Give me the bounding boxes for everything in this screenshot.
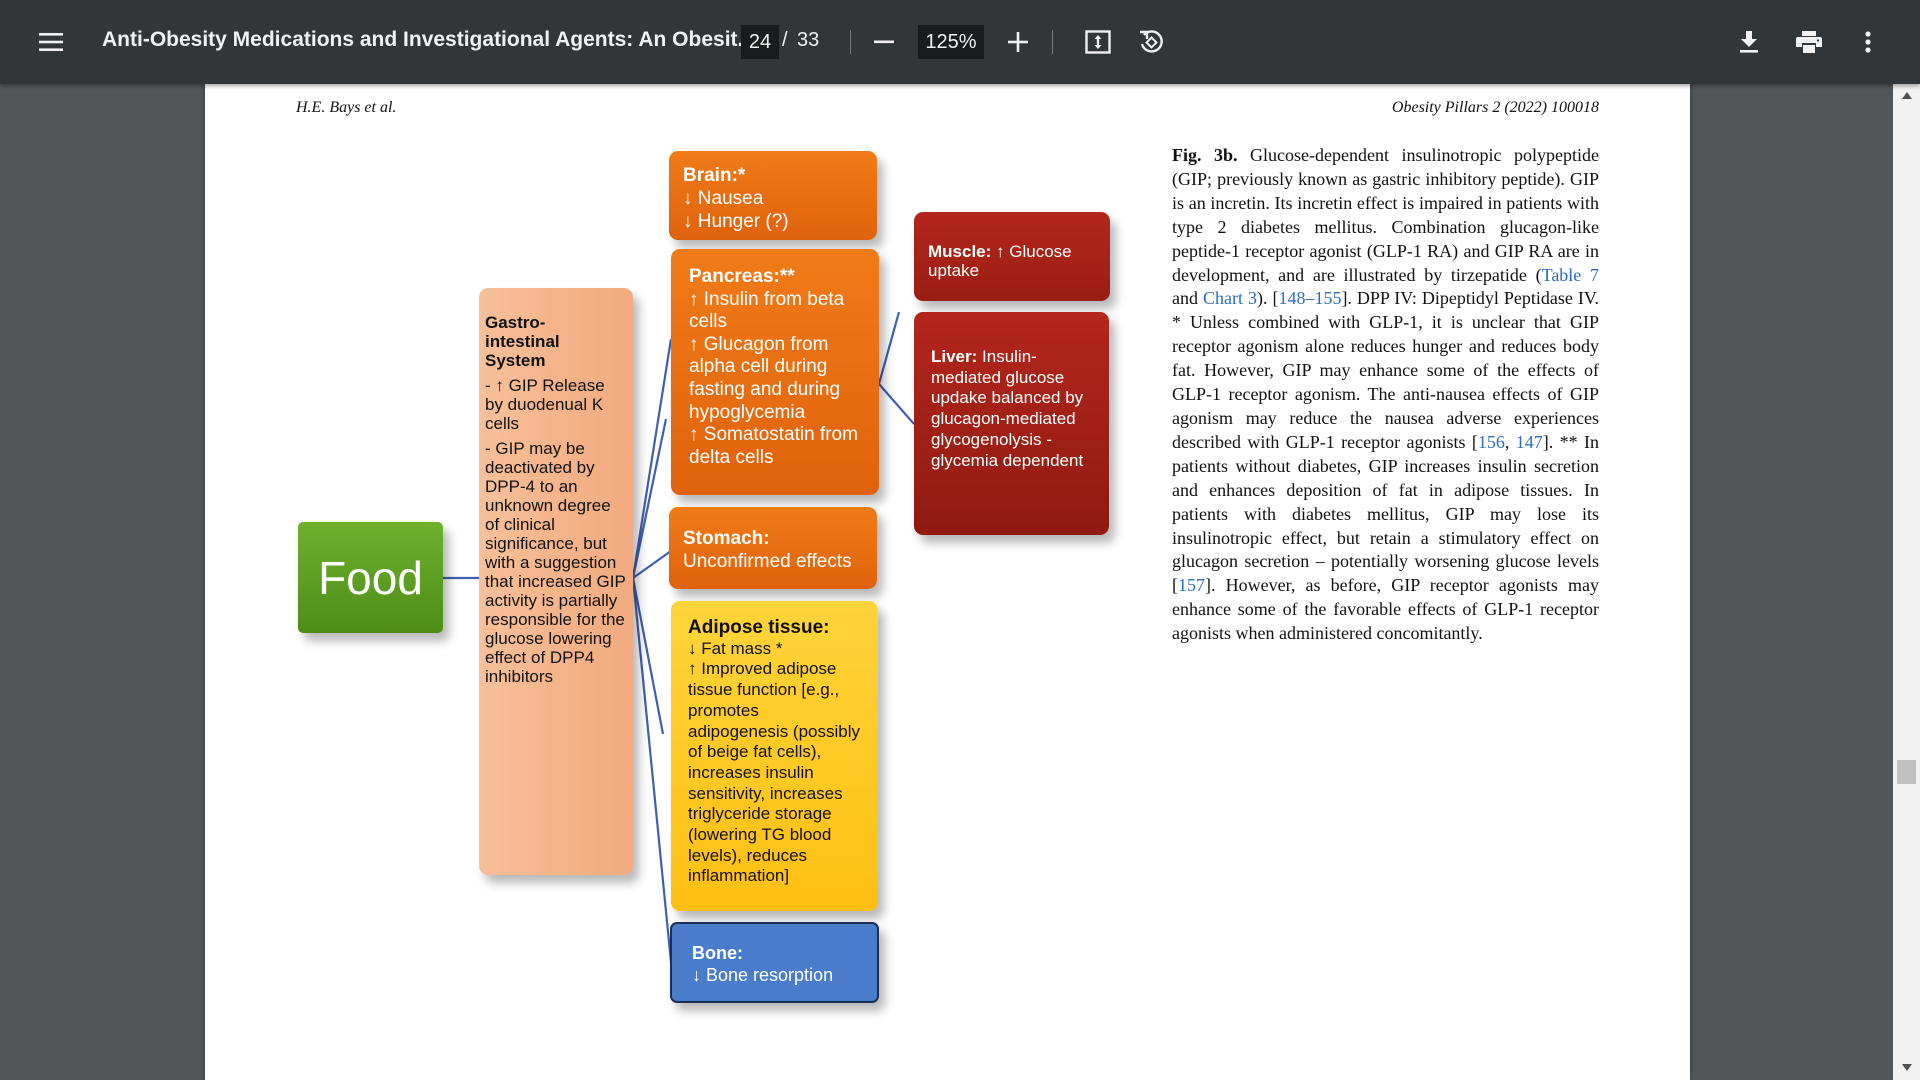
page-total: 33 bbox=[797, 29, 820, 51]
running-head-journal: Obesity Pillars 2 (2022) 100018 bbox=[1391, 99, 1599, 116]
minus-icon bbox=[874, 40, 894, 44]
gip-figure: Food Gastro- intestinal System - ↑ GIP R… bbox=[205, 84, 1110, 1080]
bone-title: Bone: bbox=[692, 943, 743, 963]
caption-text: ]. DPP IV: Dipeptidyl Peptidase IV. * Un… bbox=[1172, 288, 1599, 452]
download-icon bbox=[1740, 31, 1758, 53]
page-number-input[interactable] bbox=[741, 25, 779, 59]
rotate-button[interactable] bbox=[1129, 20, 1173, 64]
caption-text: ). [ bbox=[1256, 288, 1279, 309]
gi-title-line: System bbox=[485, 351, 546, 370]
food-label: Food bbox=[318, 551, 423, 604]
pancreas-title: Pancreas:** bbox=[689, 266, 795, 287]
document-title: Anti-Obesity Medications and Investigati… bbox=[102, 28, 756, 51]
toolbar-divider bbox=[850, 30, 851, 54]
caption-figure-label: Fig. 3b. bbox=[1172, 145, 1238, 165]
muscle-box: Muscle: ↑ Glucose uptake bbox=[914, 212, 1110, 301]
hamburger-menu-icon[interactable] bbox=[29, 20, 73, 64]
brain-title: Brain:* bbox=[683, 165, 746, 186]
gi-gip-release-text: - ↑ GIP Release by duodenual K cells bbox=[485, 376, 605, 433]
scroll-up-arrow-icon[interactable] bbox=[1893, 92, 1920, 106]
gi-title-line: Gastro- bbox=[485, 313, 546, 332]
pancreas-effect: ↑ Glucagon from alpha cell during fastin… bbox=[689, 333, 841, 423]
zoom-out-button[interactable] bbox=[862, 20, 906, 64]
stomach-title: Stomach: bbox=[683, 528, 770, 549]
print-icon bbox=[1796, 31, 1822, 53]
more-vertical-icon bbox=[1865, 31, 1871, 53]
liver-title: Liver: bbox=[931, 347, 978, 366]
adipose-effect: ↑ Improved adipose tissue function [e.g.… bbox=[688, 659, 860, 886]
scrollbar-thumb[interactable] bbox=[1897, 760, 1916, 784]
rotate-counterclockwise-icon bbox=[1140, 30, 1163, 53]
vertical-scrollbar[interactable] bbox=[1893, 84, 1920, 1080]
adipose-tissue-box: Adipose tissue: ↓ Fat mass * ↑ Improved … bbox=[671, 601, 878, 911]
adipose-title: Adipose tissue: bbox=[688, 617, 830, 638]
reference-link[interactable]: 157 bbox=[1178, 575, 1205, 595]
reference-link[interactable]: 148–155 bbox=[1278, 288, 1341, 308]
zoom-in-button[interactable] bbox=[996, 20, 1040, 64]
more-options-button[interactable] bbox=[1846, 20, 1890, 64]
gastrointestinal-system-box: Gastro- intestinal System - ↑ GIP Releas… bbox=[479, 288, 633, 875]
adipose-effect: ↓ Fat mass * bbox=[688, 638, 783, 658]
fit-to-page-icon bbox=[1085, 30, 1111, 54]
caption-text: ]. However, as before, GIP receptor agon… bbox=[1172, 575, 1599, 644]
pdf-toolbar: Anti-Obesity Medications and Investigati… bbox=[0, 0, 1920, 84]
bone-box: Bone: ↓ Bone resorption bbox=[670, 922, 879, 1003]
table-7-link[interactable]: Table 7 bbox=[1542, 265, 1599, 285]
gi-dpp4-text: - GIP may be deactivated by DPP-4 to an … bbox=[485, 439, 626, 686]
muscle-title: Muscle: bbox=[928, 242, 992, 261]
fit-to-page-button[interactable] bbox=[1076, 20, 1120, 64]
caption-text: Glucose-dependent insulinotropic polypep… bbox=[1172, 145, 1599, 285]
pdf-page: H.E. Bays et al. Obesity Pillars 2 (2022… bbox=[205, 84, 1690, 1080]
caption-text: and bbox=[1172, 288, 1203, 309]
zoom-level-input[interactable] bbox=[918, 25, 984, 59]
reference-link[interactable]: 156 bbox=[1478, 432, 1505, 452]
brain-effect: ↓ Nausea bbox=[683, 188, 764, 209]
caption-text: ]. ** In patients without diabetes, GIP … bbox=[1172, 431, 1599, 596]
chart-3-link[interactable]: Chart 3 bbox=[1203, 288, 1257, 308]
page-separator: / bbox=[782, 29, 788, 51]
print-button[interactable] bbox=[1787, 20, 1831, 64]
food-box: Food bbox=[298, 522, 443, 633]
bone-effect: ↓ Bone resorption bbox=[692, 965, 834, 985]
caption-text: , bbox=[1504, 431, 1516, 452]
stomach-box: Stomach: Unconfirmed effects bbox=[669, 507, 877, 589]
toolbar-divider bbox=[1052, 30, 1053, 54]
scroll-down-arrow-icon[interactable] bbox=[1893, 1064, 1920, 1078]
download-button[interactable] bbox=[1727, 20, 1771, 64]
figure-caption: Fig. 3b. Glucose-dependent insulinotropi… bbox=[1172, 144, 1599, 646]
liver-box: Liver: Insulin-mediated glucose updake b… bbox=[914, 312, 1109, 535]
pancreas-effect: ↑ Insulin from beta cells bbox=[689, 288, 845, 333]
pancreas-box: Pancreas:** ↑ Insulin from beta cells ↑ … bbox=[671, 249, 879, 495]
plus-icon bbox=[1008, 32, 1028, 52]
gi-title-line: intestinal bbox=[485, 332, 560, 351]
reference-link[interactable]: 147 bbox=[1516, 432, 1543, 452]
brain-box: Brain:* ↓ Nausea ↓ Hunger (?) bbox=[669, 151, 877, 240]
stomach-effect: Unconfirmed effects bbox=[683, 551, 852, 572]
pancreas-effect: ↑ Somatostatin from delta cells bbox=[689, 424, 858, 468]
brain-effect: ↓ Hunger (?) bbox=[683, 211, 789, 232]
